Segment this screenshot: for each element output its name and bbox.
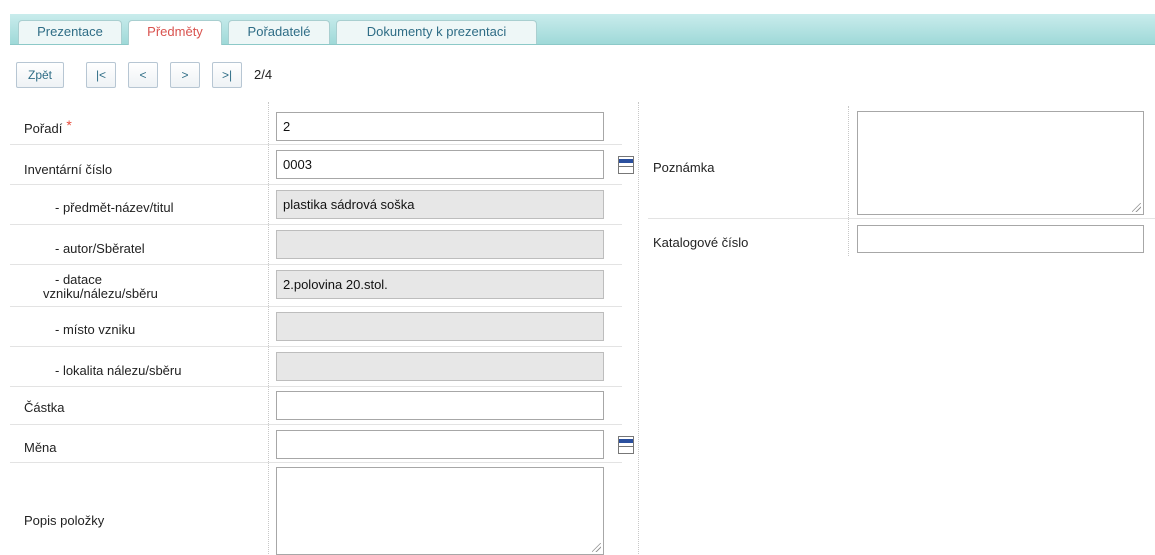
tab-dokumenty[interactable]: Dokumenty k prezentaci xyxy=(336,20,537,44)
misto-label: - místo vzniku xyxy=(55,322,136,337)
poradi-input[interactable]: 2 xyxy=(276,112,604,141)
last-record-button[interactable]: >| xyxy=(212,62,242,88)
lokalita-readonly-field xyxy=(276,352,604,381)
nazev-readonly-field: plastika sádrová soška xyxy=(276,190,604,219)
form-row-poradi: Pořadí * 2 xyxy=(10,106,622,144)
nazev-label: - předmět-název/titul xyxy=(55,200,174,215)
pager-indicator: 2/4 xyxy=(254,67,273,82)
form-row-poznamka: Poznámka xyxy=(648,106,1155,216)
datace-readonly-field: 2.polovina 20.stol. xyxy=(276,270,604,299)
tab-predmety[interactable]: Předměty xyxy=(128,20,222,45)
poradi-label: Pořadí * xyxy=(24,117,72,136)
form-row-autor: - autor/Sběratel xyxy=(10,224,622,265)
tab-bar: Prezentace Předměty Pořadatelé Dokumenty… xyxy=(10,14,1155,45)
column-divider xyxy=(638,102,639,554)
list-lookup-icon[interactable] xyxy=(618,156,634,174)
form-row-katalogove-cislo: Katalogové číslo xyxy=(648,218,1155,257)
first-record-button[interactable]: |< xyxy=(86,62,116,88)
poznamka-textarea[interactable] xyxy=(857,111,1144,215)
previous-record-button[interactable]: < xyxy=(128,62,158,88)
required-mark: * xyxy=(66,117,72,133)
autor-readonly-field xyxy=(276,230,604,259)
form-row-mena: Měna xyxy=(10,424,634,463)
form-row-popis: Popis položky xyxy=(10,462,622,555)
poznamka-label: Poznámka xyxy=(653,160,715,175)
lokalita-label: - lokalita nálezu/sběru xyxy=(55,363,182,378)
popis-textarea[interactable] xyxy=(276,467,604,555)
form-row-lokalita: - lokalita nálezu/sběru xyxy=(10,346,622,387)
castka-label: Částka xyxy=(24,400,65,415)
autor-label: - autor/Sběratel xyxy=(55,241,145,256)
resize-grip-icon[interactable] xyxy=(1132,203,1141,212)
popis-label: Popis položky xyxy=(24,513,105,528)
inventarni-cislo-input[interactable]: 0003 xyxy=(276,150,604,179)
mena-input[interactable] xyxy=(276,430,604,459)
castka-input[interactable] xyxy=(276,391,604,420)
tab-poradatele[interactable]: Pořadatelé xyxy=(228,20,330,44)
list-lookup-icon[interactable] xyxy=(618,436,634,454)
form-row-inventarni-cislo: Inventární číslo 0003 xyxy=(10,144,634,185)
form-row-castka: Částka xyxy=(10,386,622,425)
form-row-misto: - místo vzniku xyxy=(10,306,622,347)
form-row-nazev: - předmět-název/titul plastika sádrová s… xyxy=(10,184,622,225)
tab-prezentace[interactable]: Prezentace xyxy=(18,20,122,44)
back-button[interactable]: Zpět xyxy=(16,62,64,88)
katalogove-cislo-label: Katalogové číslo xyxy=(653,235,749,250)
mena-label: Měna xyxy=(24,440,57,455)
datace-label: - datace vzniku/nálezu/sběru xyxy=(43,272,158,301)
katalogove-cislo-input[interactable] xyxy=(857,225,1144,253)
misto-readonly-field xyxy=(276,312,604,341)
next-record-button[interactable]: > xyxy=(170,62,200,88)
form-row-datace: - datace vzniku/nálezu/sběru 2.polovina 2… xyxy=(10,264,622,307)
resize-grip-icon[interactable] xyxy=(592,543,601,552)
inventarni-cislo-label: Inventární číslo xyxy=(24,162,113,177)
